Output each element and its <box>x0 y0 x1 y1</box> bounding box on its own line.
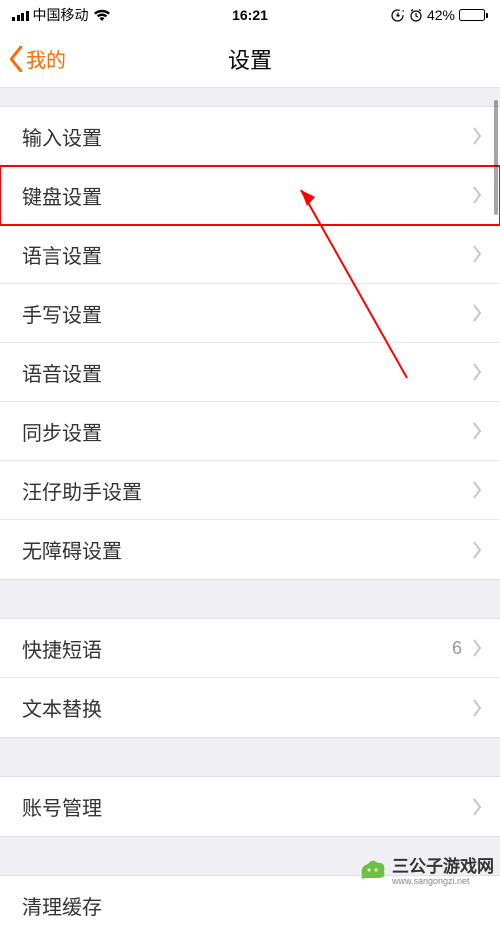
item-label: 输入设置 <box>22 122 102 151</box>
list-item-sync-settings[interactable]: 同步设置 <box>0 402 500 461</box>
settings-group-1: 快捷短语 6 文本替换 <box>0 618 500 738</box>
item-label: 语言设置 <box>22 240 102 269</box>
item-label: 账号管理 <box>22 792 102 821</box>
list-item-quick-phrases[interactable]: 快捷短语 6 <box>0 619 500 678</box>
item-label: 手写设置 <box>22 299 102 328</box>
status-left: 中国移动 <box>12 5 111 25</box>
list-item-keyboard-settings[interactable]: 键盘设置 <box>0 166 500 225</box>
item-label: 汪仔助手设置 <box>22 476 142 505</box>
list-item-account-management[interactable]: 账号管理 <box>0 777 500 836</box>
battery-pct: 42% <box>427 7 455 23</box>
chevron-right-icon <box>472 639 482 657</box>
chevron-left-icon <box>8 46 24 72</box>
item-label: 快捷短语 <box>22 634 102 663</box>
item-detail: 6 <box>452 638 462 659</box>
list-item-handwriting-settings[interactable]: 手写设置 <box>0 284 500 343</box>
chevron-right-icon <box>472 304 482 322</box>
item-label: 无障碍设置 <box>22 535 122 564</box>
rotation-lock-icon <box>390 8 405 23</box>
list-item-language-settings[interactable]: 语言设置 <box>0 225 500 284</box>
carrier-label: 中国移动 <box>33 5 89 25</box>
settings-group-0: 输入设置 键盘设置 语言设置 手写设置 语音设置 同步设置 汪仔助手设置 <box>0 106 500 580</box>
chevron-right-icon <box>472 363 482 381</box>
list-item-wangzai-assistant-settings[interactable]: 汪仔助手设置 <box>0 461 500 520</box>
battery-icon <box>459 9 488 21</box>
item-label: 文本替换 <box>22 693 102 722</box>
watermark-logo-icon <box>358 858 386 880</box>
back-button[interactable]: 我的 <box>0 44 66 73</box>
watermark-url: www.sangongzi.net <box>392 876 494 886</box>
alarm-icon <box>409 8 423 22</box>
signal-icon <box>12 9 29 21</box>
chevron-right-icon <box>472 481 482 499</box>
list-item-input-settings[interactable]: 输入设置 <box>0 107 500 166</box>
back-label: 我的 <box>26 44 66 73</box>
status-right: 42% <box>390 7 488 23</box>
status-time: 16:21 <box>232 7 268 23</box>
status-bar: 中国移动 16:21 42% <box>0 0 500 30</box>
settings-group-2: 账号管理 <box>0 776 500 837</box>
chevron-right-icon <box>472 422 482 440</box>
watermark-text: 三公子游戏网 <box>392 852 494 877</box>
chevron-right-icon <box>472 699 482 717</box>
scroll-indicator[interactable] <box>494 100 498 215</box>
list-item-text-replace[interactable]: 文本替换 <box>0 678 500 737</box>
wifi-icon <box>93 9 111 22</box>
chevron-right-icon <box>472 798 482 816</box>
watermark: 三公子游戏网 www.sangongzi.net <box>358 852 494 886</box>
chevron-right-icon <box>472 186 482 204</box>
chevron-right-icon <box>472 127 482 145</box>
chevron-right-icon <box>472 245 482 263</box>
item-label: 清理缓存 <box>22 891 102 920</box>
item-label: 键盘设置 <box>22 181 102 210</box>
item-label: 同步设置 <box>22 417 102 446</box>
nav-bar: 我的 设置 <box>0 30 500 88</box>
list-item-accessibility-settings[interactable]: 无障碍设置 <box>0 520 500 579</box>
list-item-voice-settings[interactable]: 语音设置 <box>0 343 500 402</box>
page-title: 设置 <box>228 43 272 75</box>
item-label: 语音设置 <box>22 358 102 387</box>
chevron-right-icon <box>472 541 482 559</box>
